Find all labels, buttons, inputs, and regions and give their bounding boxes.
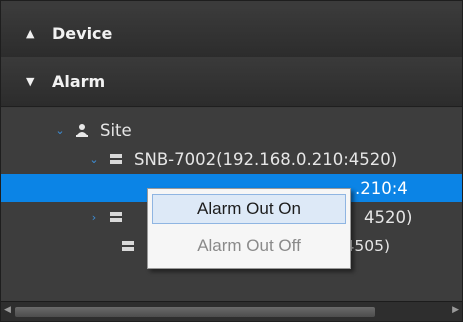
tree-item-site[interactable]: ⌄ Site [1,116,462,144]
tree-item-label: SNB-7002(192.168.0.210:4520) [134,149,398,169]
site-person-icon [76,124,88,137]
tree-item-device[interactable]: ⌄ SNB-7002(192.168.0.210:4520) [1,145,462,173]
alarm-out-on-item[interactable]: Alarm Out On [152,194,346,224]
section-alarm-header[interactable]: ▼ Alarm [1,57,462,107]
tree-item-label: .210:4 [355,178,408,198]
context-menu: Alarm Out On Alarm Out Off [147,188,351,269]
chevron-down-icon[interactable]: ⌄ [88,153,100,166]
chevron-right-icon[interactable]: › [88,211,100,224]
scroll-left-icon[interactable]: ◀ [4,305,11,315]
alarm-panel: ▲ Device ▼ Alarm ⌄ Site ⌄ SNB-7002(192.1… [0,0,463,322]
device-recorder-icon [110,212,122,222]
chevron-down-icon[interactable]: ⌄ [54,124,66,137]
section-device-label: Device [52,24,113,43]
device-recorder-icon [110,154,122,164]
section-device-header[interactable]: ▲ Device [1,9,462,59]
device-recorder-icon [122,241,134,251]
horizontal-scrollbar[interactable]: ◀ ▶ [1,301,462,321]
tree-item-label: 4520) [364,207,413,227]
triangle-up-icon: ▲ [26,27,35,40]
triangle-down-icon: ▼ [26,75,35,88]
scroll-right-icon[interactable]: ▶ [452,305,459,315]
tree-item-label: Site [100,120,132,140]
section-alarm-label: Alarm [52,72,106,91]
scrollbar-thumb[interactable] [15,307,375,317]
alarm-out-off-item[interactable]: Alarm Out Off [152,231,346,261]
